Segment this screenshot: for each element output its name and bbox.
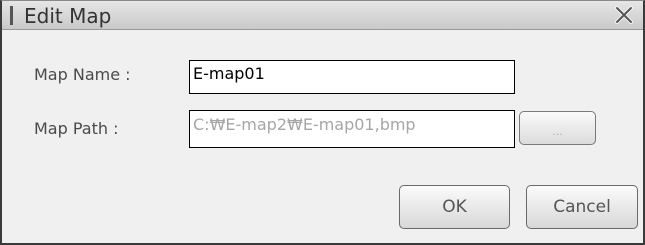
- title-bar[interactable]: Edit Map: [2, 1, 643, 30]
- map-path-label: Map Path :: [34, 119, 119, 138]
- map-path-input[interactable]: [189, 110, 515, 148]
- map-name-label: Map Name :: [34, 65, 131, 84]
- map-name-input[interactable]: [189, 60, 515, 94]
- dialog-title: Edit Map: [24, 4, 112, 28]
- ok-button[interactable]: OK: [399, 185, 510, 229]
- cancel-button[interactable]: Cancel: [526, 185, 638, 229]
- edit-map-dialog: Edit Map Map Name : Map Path : ... OK Ca…: [0, 0, 645, 245]
- close-button[interactable]: [611, 2, 637, 28]
- title-accent-bar: [10, 6, 13, 25]
- close-icon: [615, 6, 633, 24]
- browse-button[interactable]: ...: [519, 111, 596, 145]
